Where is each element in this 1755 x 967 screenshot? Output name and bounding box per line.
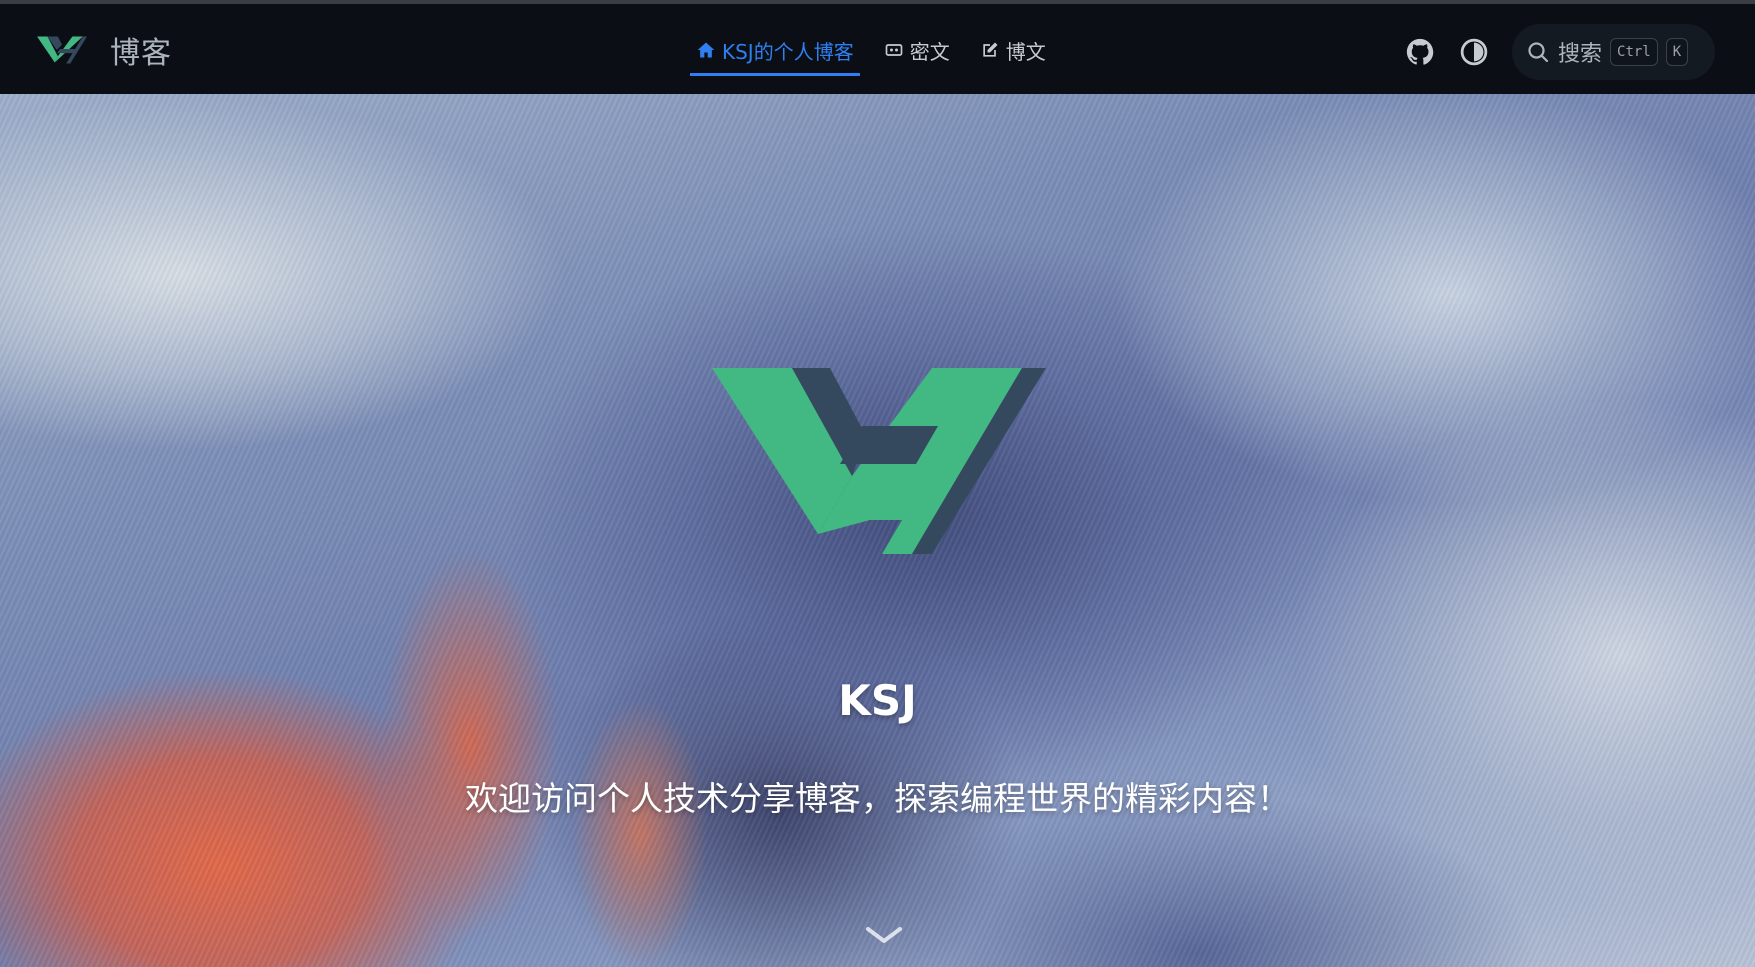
hero-banner: KSJ 欢迎访问个人技术分享博客，探索编程世界的精彩内容！	[0, 94, 1755, 967]
mask-icon	[885, 44, 903, 56]
navbar: 博客 KSJ的个人博客 密文 博文 搜索 Ctrl K	[0, 4, 1755, 94]
nav-link-posts[interactable]: 博文	[974, 30, 1052, 70]
main-nav: KSJ的个人博客 密文 博文	[690, 30, 1052, 76]
brand-home-link[interactable]: 博客	[36, 28, 172, 72]
github-icon	[1406, 38, 1434, 65]
home-icon	[697, 42, 715, 58]
nav-link-home-label: KSJ的个人博客	[722, 39, 854, 64]
shortcut-key-k: K	[1665, 38, 1689, 66]
vh-logo-icon	[37, 36, 87, 64]
contrast-icon	[1460, 38, 1488, 66]
nav-link-posts-label: 博文	[1005, 39, 1046, 64]
scroll-down-button[interactable]	[862, 920, 906, 950]
search-button[interactable]: 搜索 Ctrl K	[1512, 24, 1715, 80]
brand-title: 博客	[110, 36, 172, 71]
github-link[interactable]	[1404, 36, 1436, 68]
search-label: 搜索	[1558, 42, 1603, 67]
chevron-down-icon	[866, 927, 902, 943]
navbar-actions: 搜索 Ctrl K	[1404, 24, 1715, 80]
nav-link-home[interactable]: KSJ的个人博客	[690, 30, 860, 76]
theme-toggle-button[interactable]	[1458, 36, 1490, 68]
shortcut-key-ctrl: Ctrl	[1610, 38, 1658, 66]
edit-icon	[983, 42, 998, 57]
hero-tagline: 欢迎访问个人技术分享博客，探索编程世界的精彩内容！	[465, 779, 1290, 818]
search-icon	[1528, 42, 1549, 63]
nav-link-ciphertext[interactable]: 密文	[878, 30, 956, 70]
hero-name: KSJ	[838, 676, 917, 725]
vh-logo-icon	[712, 368, 1046, 554]
nav-link-ciphertext-label: 密文	[909, 39, 950, 64]
